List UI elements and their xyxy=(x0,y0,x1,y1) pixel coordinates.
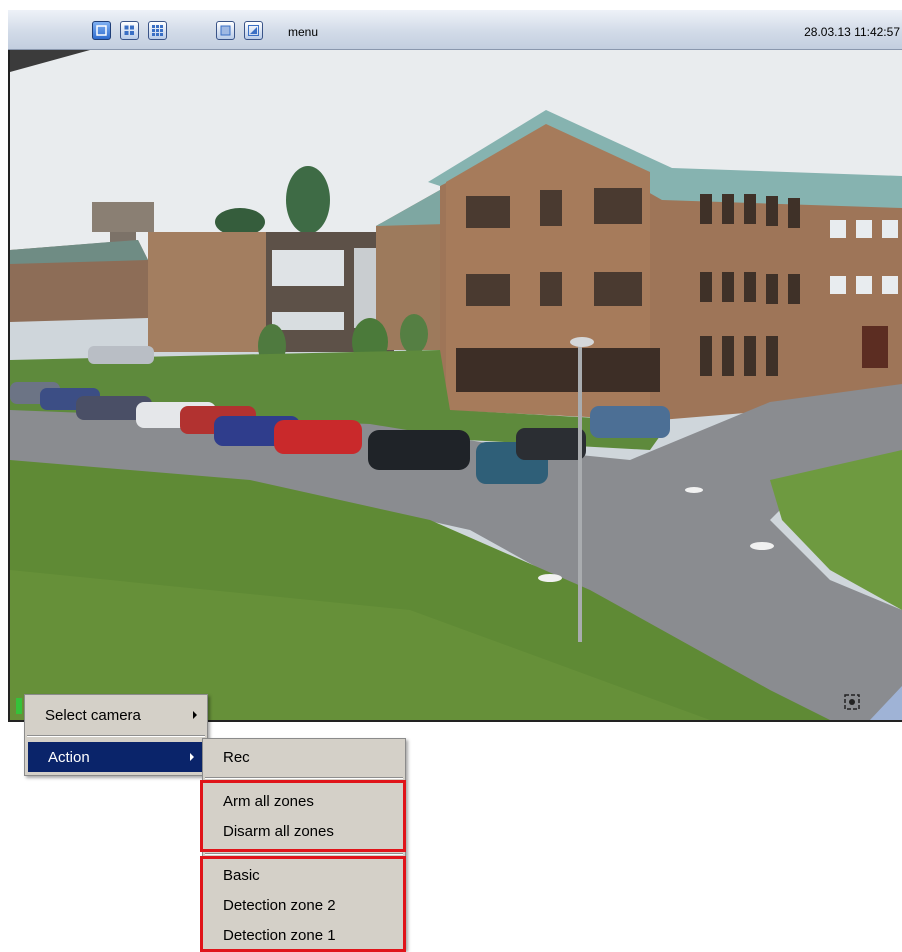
submenu-arrow-icon xyxy=(190,753,194,761)
fullscreen-icon xyxy=(220,25,231,36)
menu-separator xyxy=(205,777,403,779)
layout-1x1-icon xyxy=(96,25,107,36)
menu-item-action[interactable]: Action xyxy=(28,742,204,772)
camera-context-menu: Select camera Action xyxy=(24,694,208,776)
snapshot-icon xyxy=(248,25,259,36)
snapshot-button[interactable] xyxy=(244,21,263,40)
layout-1x1-button[interactable] xyxy=(92,21,111,40)
layout-2x2-button[interactable] xyxy=(120,21,139,40)
annotation-box-zones xyxy=(200,780,406,852)
datetime-display: 28.03.13 11:42:57 xyxy=(804,25,900,39)
camera-image xyxy=(10,50,902,720)
layout-2x2-icon xyxy=(124,25,134,35)
camera-view[interactable] xyxy=(8,50,902,722)
layout-3x3-button[interactable] xyxy=(148,21,167,40)
expand-icon[interactable] xyxy=(844,694,860,710)
menu-item-label: Select camera xyxy=(45,706,141,724)
layout-3x3-icon xyxy=(152,25,163,36)
menu-separator xyxy=(205,853,403,855)
menu-separator xyxy=(27,735,205,737)
menu-item-select-camera[interactable]: Select camera xyxy=(25,700,207,730)
menu-item-label: Action xyxy=(48,748,90,766)
submenu-arrow-icon xyxy=(193,711,197,719)
fullscreen-button[interactable] xyxy=(216,21,235,40)
submenu-item-rec[interactable]: Rec xyxy=(223,749,250,766)
annotation-box-detection xyxy=(200,856,406,952)
status-indicator xyxy=(16,698,22,714)
menu-link[interactable]: menu xyxy=(288,25,318,39)
viewer-toolbar: menu 28.03.13 11:42:57 xyxy=(8,10,902,50)
